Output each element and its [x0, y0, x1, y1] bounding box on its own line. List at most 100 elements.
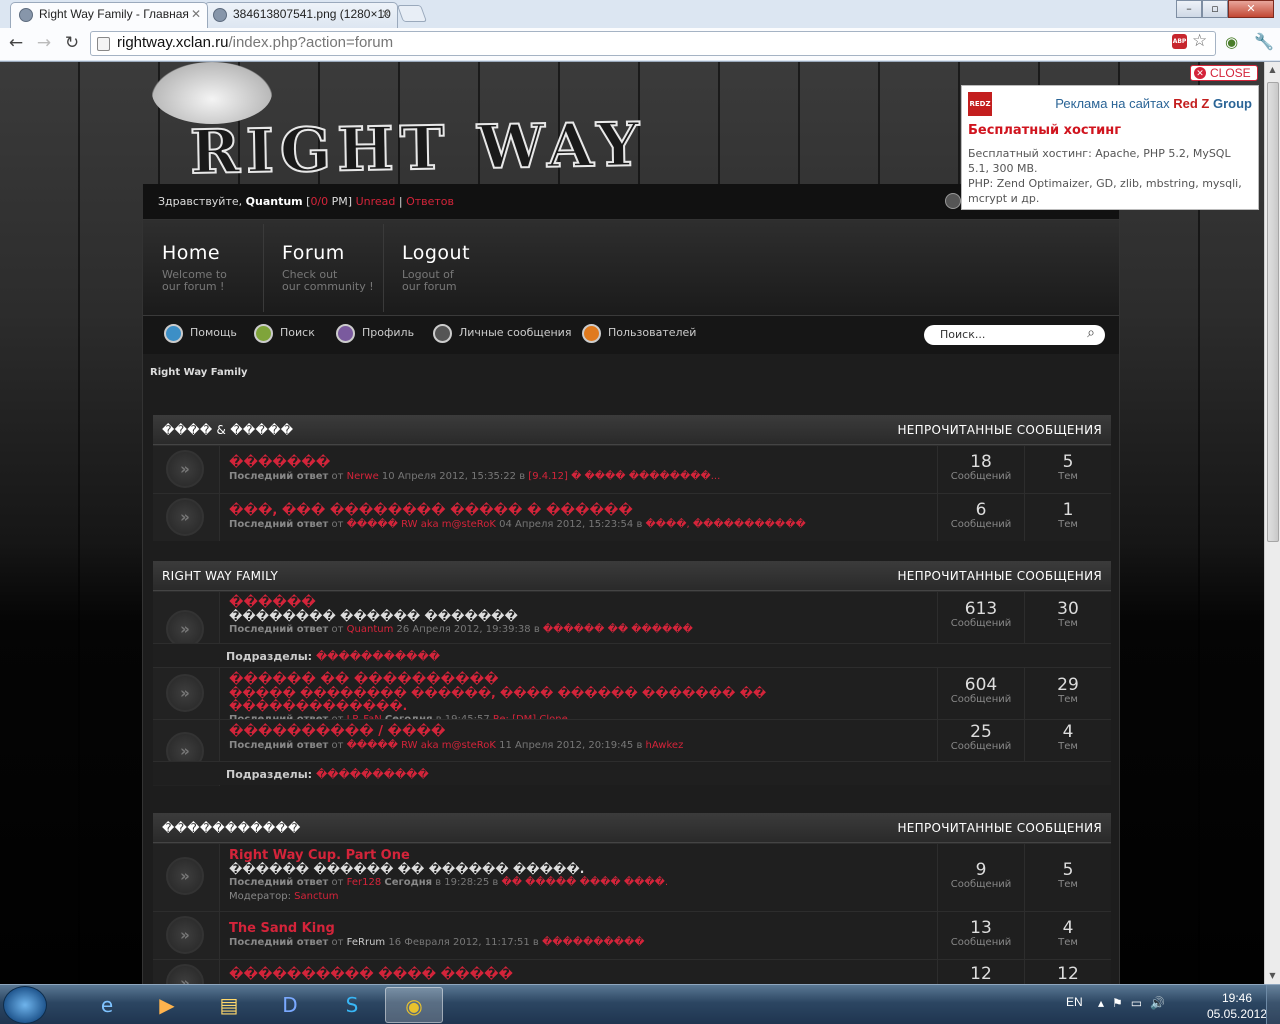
ad-text-line: PHP: Zend Optimaizer, GD, zlib, mbstring… [968, 177, 1242, 205]
ad-heading[interactable]: Бесплатный хостинг [968, 123, 1121, 138]
unread-posts-link[interactable]: НЕПРОЧИТАННЫЕ СООБЩЕНИЯ [897, 423, 1102, 437]
back-icon[interactable]: ← [6, 33, 26, 53]
last-topic[interactable]: �� ����� ���� ����. [501, 877, 668, 888]
search-input[interactable]: Поиск... ⌕ [924, 325, 1105, 345]
board-arrow-icon[interactable]: » [166, 964, 204, 984]
clock-icon [945, 193, 961, 209]
new-tab-button[interactable] [396, 5, 428, 22]
page-scrollbar[interactable]: ▲ ▼ [1264, 62, 1280, 984]
last-topic[interactable]: ����, ����������� [646, 519, 806, 530]
category-title[interactable]: ����������� [162, 821, 301, 835]
redz-logo-icon: REDZ [968, 92, 992, 116]
last-topic[interactable]: [9.4.12] � ���� ��������... [528, 471, 720, 482]
skype-taskbar-icon[interactable]: S [323, 987, 381, 1023]
board-arrow-icon[interactable]: » [166, 674, 204, 712]
language-indicator[interactable]: EN [1066, 995, 1083, 1009]
toolbar-search[interactable]: Поиск [254, 324, 315, 343]
last-poster[interactable]: Quantum [347, 624, 394, 635]
last-topic[interactable]: ������ �� ������ [543, 624, 693, 635]
last-poster[interactable]: Fer128 [347, 877, 382, 888]
tab-forum[interactable]: Right Way Family - Главная ✕ [10, 2, 208, 28]
menu-logout[interactable]: Logout Logout of our forum [383, 242, 470, 316]
start-button[interactable] [3, 986, 47, 1024]
tab-close-icon[interactable]: ✕ [191, 7, 201, 21]
board-arrow-icon[interactable]: » [166, 498, 204, 536]
scroll-down-icon[interactable]: ▼ [1265, 968, 1280, 984]
menu-home[interactable]: Home Welcome to our forum ! [143, 242, 227, 316]
ad-close-button[interactable]: ✕ CLOSE [1190, 65, 1258, 81]
clock-time[interactable]: 19:46 [1202, 991, 1272, 1005]
toolbar-messages[interactable]: Личные сообщения [433, 324, 571, 343]
daemon-tools-taskbar-icon[interactable]: D [261, 987, 319, 1023]
toolbar-members[interactable]: Пользователей [582, 324, 696, 343]
username[interactable]: Quantum [246, 195, 303, 208]
address-bar[interactable]: rightway.xclan.ru/index.php?action=forum [90, 31, 1216, 56]
forward-icon[interactable]: → [34, 33, 54, 53]
board-title[interactable]: ���������� / ���� [229, 725, 929, 739]
board-arrow-icon[interactable]: » [166, 450, 204, 488]
tray-icons[interactable]: ▴⚑▭🔊 [1098, 996, 1173, 1010]
minimize-button[interactable]: – [1176, 0, 1202, 18]
subboard-link[interactable]: ����������� [316, 650, 440, 663]
last-poster[interactable]: ����� RW aka m@steRoK [347, 740, 496, 751]
unread-posts-link[interactable]: НЕПРОЧИТАННЫЕ СООБЩЕНИЯ [897, 569, 1102, 583]
unread-link[interactable]: Unread [356, 195, 396, 208]
last-poster[interactable]: FeRrum [347, 937, 386, 948]
scroll-up-icon[interactable]: ▲ [1265, 62, 1280, 78]
unread-posts-link[interactable]: НЕПРОЧИТАННЫЕ СООБЩЕНИЯ [897, 821, 1102, 835]
ie-taskbar-icon[interactable]: e [78, 987, 136, 1023]
bookmark-star-icon[interactable]: ☆ [1192, 31, 1207, 51]
board-title[interactable]: The Sand King [229, 922, 929, 936]
tab-image[interactable]: 384613807541.png (1280×10 ✕ [204, 2, 398, 28]
category-title[interactable]: RIGHT WAY FAMILY [162, 569, 278, 583]
wrench-menu-icon[interactable]: 🔧 [1254, 32, 1274, 51]
menu-forum[interactable]: Forum Check out our community ! [263, 242, 374, 316]
board-title[interactable]: ������ [229, 596, 929, 610]
last-post-label: Последний ответ [229, 877, 329, 888]
toolbar-help[interactable]: Помощь [164, 324, 237, 343]
replies-link[interactable]: Ответов [406, 195, 454, 208]
ad-brand-red[interactable]: Red [1173, 96, 1198, 111]
category-title[interactable]: ���� & ����� [162, 423, 293, 437]
board-title[interactable]: ������ �� ���������� [229, 673, 929, 687]
breadcrumb[interactable]: Right Way Family [150, 367, 248, 378]
board-title[interactable]: ���, ��� �������� ����� � ������ [229, 504, 929, 518]
magnifier-icon[interactable]: ⌕ [1087, 325, 1095, 341]
help-icon [164, 324, 183, 343]
board-arrow-icon[interactable]: » [166, 857, 204, 895]
extension-eye-icon[interactable]: ◉ [1225, 33, 1238, 51]
reload-icon[interactable]: ↻ [62, 33, 82, 53]
moderator-link[interactable]: Sanctum [294, 891, 338, 902]
ad-banner[interactable]: REDZ Реклама на сайтах Red Z Group Беспл… [961, 85, 1259, 210]
scroll-thumb[interactable] [1267, 82, 1279, 542]
in-label: в [492, 877, 499, 888]
explorer-taskbar-icon[interactable]: ▤ [200, 987, 258, 1023]
board-info: ���������� ���� ����� [229, 968, 929, 982]
board-title[interactable]: ���������� ���� ����� [229, 968, 929, 982]
maximize-button[interactable]: ▫ [1202, 0, 1228, 18]
chrome-taskbar-icon[interactable]: ◉ [385, 987, 443, 1023]
board-title[interactable]: Right Way Cup. Part One [229, 849, 929, 863]
pm-counts[interactable]: 0/0 [310, 195, 328, 208]
ad-brand-group[interactable]: Group [1213, 96, 1252, 111]
last-topic[interactable]: hAwkez [646, 740, 684, 751]
site-logo[interactable]: RIGHT WAY [188, 109, 646, 189]
url-host: rightway.xclan.ru [117, 34, 229, 51]
show-desktop-button[interactable] [1266, 985, 1280, 1024]
toolbar-profile[interactable]: Профиль [336, 324, 414, 343]
last-date: в 19:28:25 [435, 877, 490, 888]
last-date: 26 Апреля 2012, 19:39:38 [396, 624, 531, 635]
clock-date[interactable]: 05.05.2012 [1202, 1007, 1272, 1021]
media-player-taskbar-icon[interactable]: ▶ [138, 987, 196, 1023]
board-title[interactable]: ������� [229, 456, 929, 470]
last-poster[interactable]: Nerwe [347, 471, 379, 482]
last-poster[interactable]: ����� RW aka m@steRoK [347, 519, 496, 530]
tab-close-icon[interactable]: ✕ [381, 7, 391, 21]
close-window-button[interactable]: ✕ [1228, 0, 1274, 18]
adblock-icon[interactable]: ABP [1172, 34, 1187, 49]
posts-count-cell: 604 Сообщений [937, 668, 1024, 719]
subboard-link[interactable]: ���������� [316, 768, 429, 781]
ad-brand-z[interactable]: Z [1201, 96, 1209, 111]
board-arrow-icon[interactable]: » [166, 916, 204, 954]
last-topic[interactable]: ���������� [542, 937, 645, 948]
